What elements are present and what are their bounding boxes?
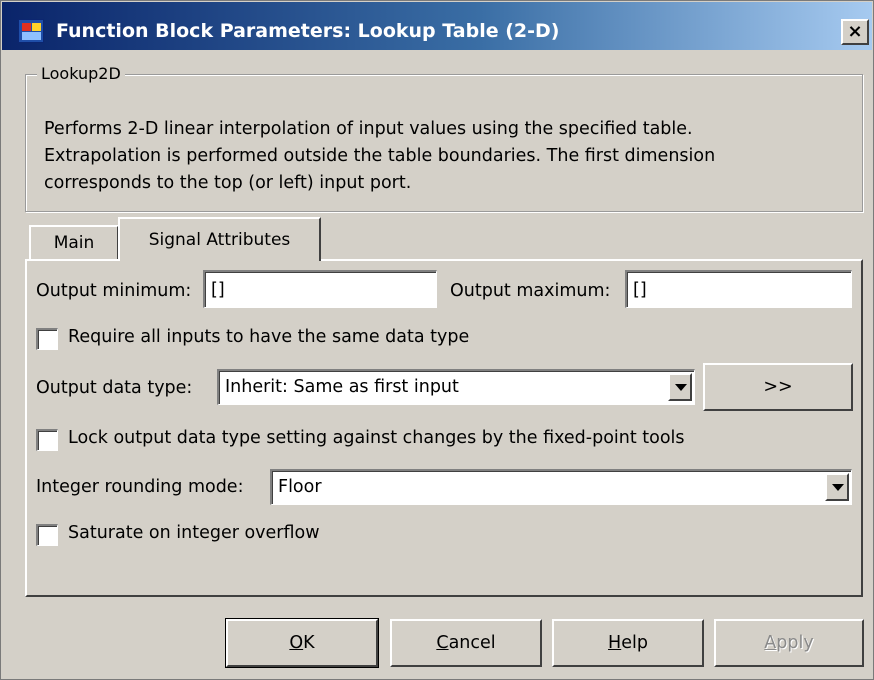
output-minimum-label: Output minimum:	[36, 281, 192, 301]
cancel-mnemonic: C	[436, 633, 449, 653]
ok-mnemonic: O	[289, 633, 304, 653]
output-data-type-select[interactable]: Inherit: Same as first input	[217, 369, 695, 405]
tab-main[interactable]: Main	[29, 225, 119, 259]
saturate-overflow-label[interactable]: Saturate on integer overflow	[68, 523, 320, 543]
data-type-assistant-button[interactable]: >>	[703, 363, 853, 411]
output-maximum-field[interactable]	[625, 270, 852, 308]
apply-label-rest: pply	[776, 633, 814, 653]
chevron-down-icon[interactable]	[668, 373, 692, 401]
help-label-rest: elp	[621, 633, 648, 653]
require-same-type-checkbox[interactable]	[36, 328, 58, 350]
simulink-block-icon	[18, 19, 44, 43]
dialog-window: Function Block Parameters: Lookup Table …	[0, 0, 874, 680]
output-data-type-label: Output data type:	[36, 378, 193, 398]
close-icon: ×	[847, 21, 863, 42]
description-line: corresponds to the top (or left) input p…	[44, 173, 412, 193]
help-button[interactable]: Help	[552, 619, 704, 667]
lock-output-type-label[interactable]: Lock output data type setting against ch…	[68, 428, 685, 448]
output-maximum-input[interactable]	[633, 272, 851, 307]
description-line: Performs 2-D linear interpolation of inp…	[44, 119, 693, 139]
chevron-down-icon[interactable]	[825, 473, 849, 501]
block-description: Performs 2-D linear interpolation of inp…	[44, 116, 854, 197]
integer-rounding-value: Floor	[278, 477, 322, 497]
tab-signal-attributes[interactable]: Signal Attributes	[118, 217, 321, 261]
group-legend: Lookup2D	[37, 64, 125, 83]
help-mnemonic: H	[608, 633, 622, 653]
data-type-assistant-label: >>	[763, 377, 793, 397]
cancel-label-rest: ancel	[448, 633, 496, 653]
output-data-type-value: Inherit: Same as first input	[225, 377, 459, 397]
output-maximum-label: Output maximum:	[450, 281, 611, 301]
integer-rounding-label: Integer rounding mode:	[36, 477, 244, 497]
close-button[interactable]: ×	[841, 19, 869, 45]
integer-rounding-select[interactable]: Floor	[270, 469, 852, 505]
title-bar[interactable]: Function Block Parameters: Lookup Table …	[2, 2, 872, 50]
ok-button[interactable]: OK	[225, 618, 379, 668]
apply-button[interactable]: Apply	[714, 619, 864, 667]
cancel-button[interactable]: Cancel	[390, 619, 542, 667]
description-line: Extrapolation is performed outside the t…	[44, 146, 716, 166]
apply-mnemonic: A	[764, 633, 777, 653]
saturate-overflow-checkbox[interactable]	[36, 524, 58, 546]
require-same-type-label[interactable]: Require all inputs to have the same data…	[68, 327, 469, 347]
lock-output-type-checkbox[interactable]	[36, 429, 58, 451]
output-minimum-field[interactable]	[203, 270, 437, 308]
output-minimum-input[interactable]	[211, 272, 436, 307]
ok-label-rest: K	[303, 633, 315, 653]
window-title: Function Block Parameters: Lookup Table …	[56, 20, 560, 42]
